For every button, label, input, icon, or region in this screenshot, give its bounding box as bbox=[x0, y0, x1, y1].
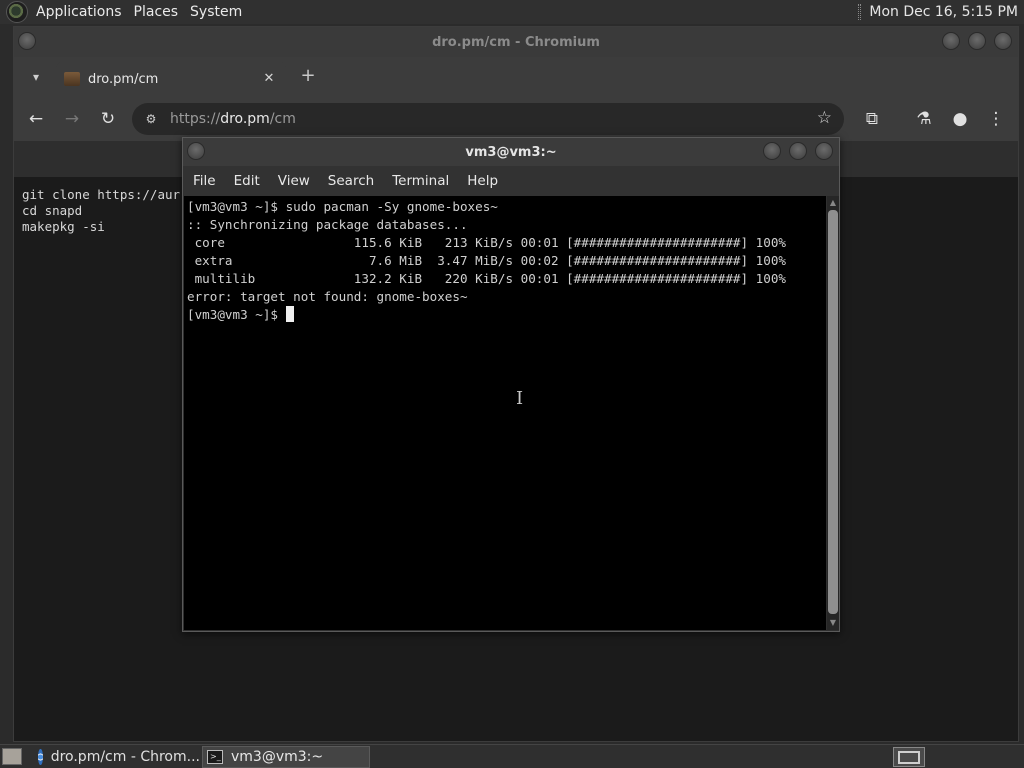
menu-edit[interactable]: Edit bbox=[225, 173, 269, 189]
menu-help[interactable]: Help bbox=[458, 173, 507, 189]
top-panel: Applications Places System Mon Dec 16, 5… bbox=[0, 0, 1024, 24]
scroll-up-icon[interactable]: ▲ bbox=[828, 198, 838, 208]
taskbar-label: vm3@vm3:~ bbox=[231, 749, 324, 765]
close-icon[interactable]: ✕ bbox=[260, 70, 278, 88]
applications-menu[interactable]: Applications bbox=[30, 4, 128, 20]
minimize-button[interactable] bbox=[942, 32, 960, 50]
terminal-prompt-line: [vm3@vm3 ~]$ bbox=[187, 306, 786, 324]
window-menu-button[interactable] bbox=[187, 142, 205, 160]
text-cursor bbox=[285, 306, 294, 322]
arrow-right-icon[interactable]: → bbox=[60, 107, 84, 131]
scroll-down-icon[interactable]: ▼ bbox=[828, 618, 838, 628]
address-bar[interactable]: ⚙ https://dro.pm/cm ☆ bbox=[132, 103, 844, 135]
top-right-area: Mon Dec 16, 5:15 PM bbox=[858, 0, 1018, 24]
url-host: dro.pm bbox=[220, 111, 270, 127]
system-menu[interactable]: System bbox=[184, 4, 248, 20]
puzzle-icon[interactable]: ⧉ bbox=[860, 107, 884, 131]
terminal-line: [vm3@vm3 ~]$ sudo pacman -Sy gnome-boxes… bbox=[187, 199, 498, 214]
taskbar-label: dro.pm/cm - Chrom... bbox=[50, 749, 200, 765]
url-scheme: https:// bbox=[170, 111, 221, 127]
reload-icon[interactable]: ↻ bbox=[96, 107, 120, 131]
menu-view[interactable]: View bbox=[269, 173, 319, 189]
terminal-window: vm3@vm3:~ File Edit View Search Terminal… bbox=[182, 137, 840, 632]
menu-terminal[interactable]: Terminal bbox=[383, 173, 458, 189]
code-line: makepkg -si bbox=[22, 219, 105, 234]
profile-icon[interactable]: ● bbox=[948, 107, 972, 131]
terminal-line: core 115.6 KiB 213 KiB/s 00:01 [########… bbox=[187, 235, 786, 250]
terminal-line: :: Synchronizing package databases... bbox=[187, 217, 468, 232]
terminal-line: extra 7.6 MiB 3.47 MiB/s 00:02 [########… bbox=[187, 253, 786, 268]
close-window-button[interactable] bbox=[994, 32, 1012, 50]
favicon-icon bbox=[64, 72, 80, 86]
kebab-menu-icon[interactable]: ⋮ bbox=[984, 107, 1008, 131]
browser-toolbar: ← → ↻ ⚙ https://dro.pm/cm ☆ ⧉ ⚗ ● ⋮ bbox=[14, 97, 1018, 141]
terminal-scrollbar[interactable]: ▲ ▼ bbox=[827, 196, 839, 630]
code-line: git clone https://aur bbox=[22, 187, 181, 202]
chevron-down-icon[interactable]: ▾ bbox=[26, 67, 46, 87]
terminal-menubar: File Edit View Search Terminal Help bbox=[183, 166, 839, 196]
chromium-icon bbox=[38, 749, 43, 765]
terminal-titlebar[interactable]: vm3@vm3:~ bbox=[183, 138, 839, 166]
distro-logo-icon[interactable] bbox=[6, 1, 28, 23]
terminal-prompt: [vm3@vm3 ~]$ bbox=[187, 307, 286, 322]
tab-strip: ▾ dro.pm/cm ✕ + bbox=[14, 57, 1018, 97]
terminal-icon: >_ bbox=[207, 750, 223, 764]
tab-title: dro.pm/cm bbox=[88, 71, 159, 87]
window-menu-button[interactable] bbox=[18, 32, 36, 50]
show-desktop-icon[interactable] bbox=[2, 748, 22, 765]
new-tab-icon[interactable]: + bbox=[297, 65, 319, 87]
arrow-left-icon[interactable]: ← bbox=[24, 107, 48, 131]
url-path: /cm bbox=[269, 111, 296, 127]
minimize-button[interactable] bbox=[763, 142, 781, 160]
close-window-button[interactable] bbox=[815, 142, 833, 160]
scrollbar-thumb[interactable] bbox=[828, 210, 838, 614]
terminal-text: [vm3@vm3 ~]$ sudo pacman -Sy gnome-boxes… bbox=[187, 198, 786, 324]
flask-icon[interactable]: ⚗ bbox=[912, 107, 936, 131]
taskbar-item-terminal[interactable]: >_ vm3@vm3:~ bbox=[202, 746, 370, 768]
chromium-window-title: dro.pm/cm - Chromium bbox=[432, 34, 600, 50]
menu-file[interactable]: File bbox=[183, 173, 225, 189]
page-code-text: git clone https://aur cd snapd makepkg -si bbox=[22, 187, 180, 235]
workspace-switcher[interactable] bbox=[893, 747, 925, 767]
chromium-titlebar[interactable]: dro.pm/cm - Chromium bbox=[14, 27, 1018, 57]
site-info-icon[interactable]: ⚙ bbox=[142, 110, 160, 128]
code-line: cd snapd bbox=[22, 203, 83, 218]
clock[interactable]: Mon Dec 16, 5:15 PM bbox=[869, 4, 1018, 20]
terminal-title: vm3@vm3:~ bbox=[465, 144, 557, 160]
panel-handle bbox=[858, 4, 862, 20]
maximize-button[interactable] bbox=[789, 142, 807, 160]
maximize-button[interactable] bbox=[968, 32, 986, 50]
star-icon[interactable]: ☆ bbox=[817, 108, 832, 128]
menu-search[interactable]: Search bbox=[319, 173, 383, 189]
workspace-icon bbox=[898, 751, 920, 764]
terminal-output[interactable]: [vm3@vm3 ~]$ sudo pacman -Sy gnome-boxes… bbox=[184, 196, 826, 630]
places-menu[interactable]: Places bbox=[128, 4, 185, 20]
tab-dro-pm[interactable]: dro.pm/cm ✕ bbox=[56, 61, 286, 97]
bottom-panel: dro.pm/cm - Chrom... >_ vm3@vm3:~ bbox=[0, 744, 1024, 768]
taskbar-item-chromium[interactable]: dro.pm/cm - Chrom... bbox=[34, 746, 200, 768]
top-menu: Applications Places System bbox=[30, 0, 248, 24]
terminal-line: multilib 132.2 KiB 220 KiB/s 00:01 [####… bbox=[187, 271, 786, 286]
terminal-line: error: target not found: gnome-boxes~ bbox=[187, 289, 468, 304]
ibeam-cursor-icon: I bbox=[516, 388, 524, 409]
